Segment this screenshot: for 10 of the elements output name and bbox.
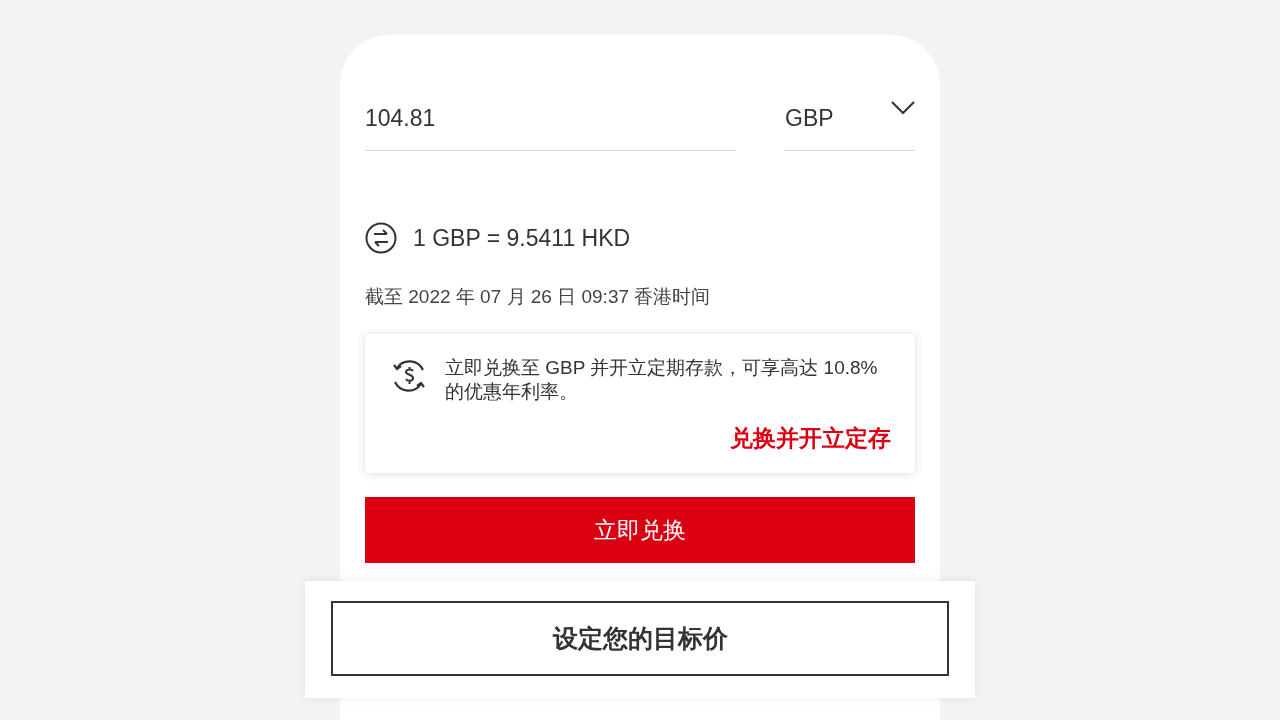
- currency-dropdown[interactable]: GBP: [785, 95, 915, 151]
- exchange-rate: 1 GBP = 9.5411 HKD: [413, 223, 631, 253]
- chevron-down-icon: [891, 101, 915, 115]
- set-target-price-button[interactable]: 设定您的目标价: [331, 601, 949, 676]
- exchange-icon: [365, 221, 397, 254]
- amount-field[interactable]: 104.81: [365, 95, 736, 151]
- promo-text: 立即兑换至 GBP 并开立定期存款，可享高达 10.8% 的优惠年利率。: [445, 355, 879, 405]
- timestamp: 截至 2022 年 07 月 26 日 09:37 香港时间: [365, 285, 712, 309]
- exchange-now-button[interactable]: 立即兑换: [365, 497, 915, 564]
- promo-link[interactable]: 兑换并开立定存: [730, 424, 891, 451]
